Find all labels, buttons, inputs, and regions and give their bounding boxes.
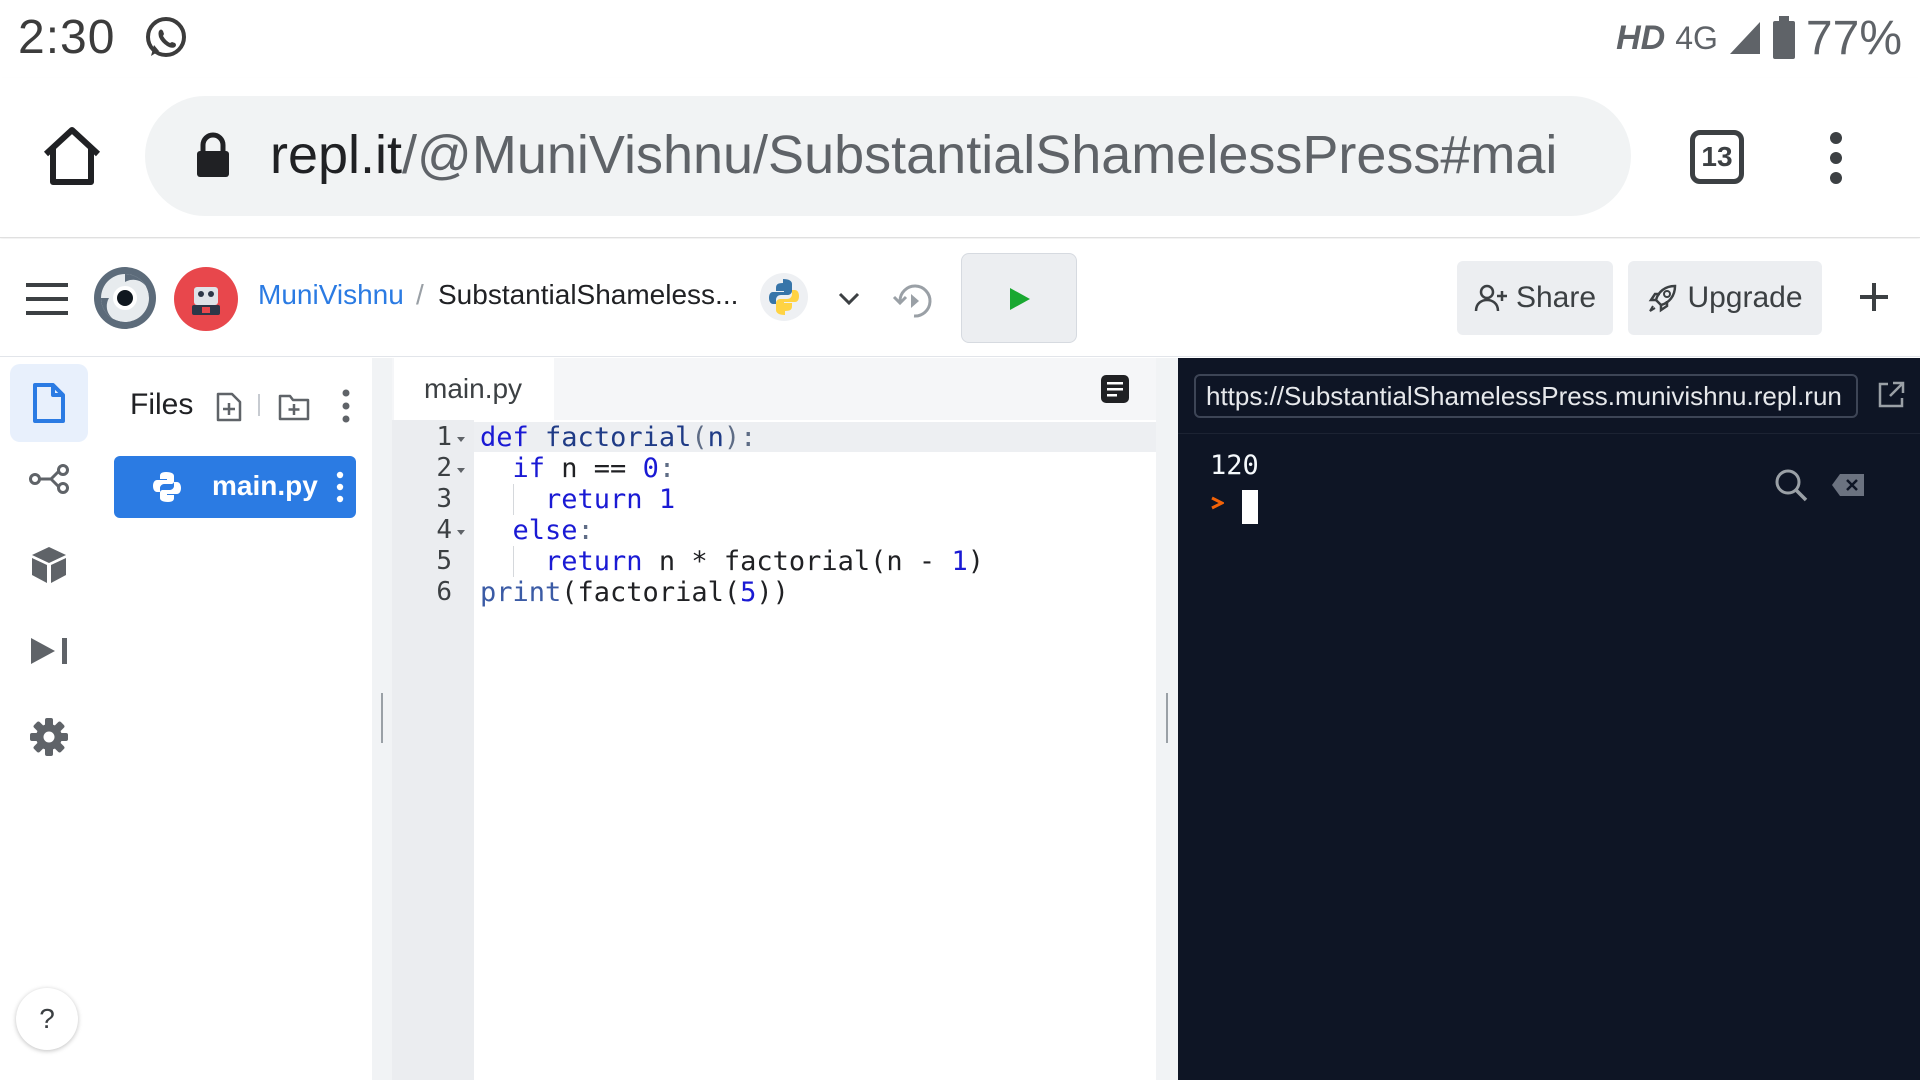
terminal-cursor[interactable] [1242,490,1258,524]
rail-version-control[interactable] [10,440,88,518]
battery-percent: 77% [1805,11,1902,65]
share-nodes-icon [29,464,69,494]
editor-tab-bar: main.py [392,358,1156,420]
rail-settings[interactable] [10,698,88,776]
help-button[interactable]: ? [16,988,78,1050]
webview-url-field[interactable]: https://SubstantialShamelessPress.munivi… [1194,374,1858,418]
battery-icon [1772,16,1795,59]
chevron-down-icon[interactable] [834,283,864,313]
files-more-icon[interactable] [340,388,352,424]
code-editor: main.py 1 2 3 4 5 6 def factorial(n): if… [392,358,1156,1080]
browser-toolbar: repl.it/@MuniVishnu/SubstantialShameless… [0,78,1920,238]
resize-grip[interactable] [1166,693,1168,743]
lock-icon [197,132,229,177]
resize-grip[interactable] [381,693,383,743]
repl-header: MuniVishnu / SubstantialShameless... Sha… [0,239,1920,357]
upgrade-label: Upgrade [1687,281,1803,314]
network-type: 4G [1675,19,1718,56]
tab-main-py[interactable]: main.py [394,358,554,420]
pane-resizer-left[interactable] [372,358,392,1080]
more-vert-icon[interactable] [1816,128,1856,188]
rail-packages[interactable] [10,526,88,604]
package-cube-icon [32,547,66,583]
tab-switcher-button[interactable]: 13 [1690,130,1744,184]
code-line: def factorial(n): [480,422,757,453]
url-path: /@MuniVishnu/SubstantialShamelessPress#m… [402,125,1558,185]
files-toolbar-divider [258,394,260,416]
prompt-icon [1211,496,1224,510]
external-link-icon[interactable] [1876,380,1906,410]
left-rail: ? [0,358,88,1080]
add-person-icon [1474,284,1507,312]
console-pane: https://SubstantialShamelessPress.munivi… [1178,358,1920,1080]
line-number: 2 [436,453,452,483]
gear-icon [30,718,68,756]
upgrade-button[interactable]: Upgrade [1628,261,1822,335]
robot-avatar-icon [192,287,220,315]
python-file-icon [153,472,181,502]
code-line: if n == 0: [512,453,676,484]
line-number: 6 [436,577,452,607]
code-line: return 1 [545,484,676,515]
rocket-icon [1649,284,1677,313]
status-time: 2:30 [18,11,116,64]
format-code-icon[interactable] [1100,374,1130,404]
hd-indicator: HD [1616,18,1666,57]
files-panel: Files main.py [88,358,372,1080]
file-name: main.py [212,470,318,501]
line-number: 5 [436,546,452,576]
webview-bar: https://SubstantialShamelessPress.munivi… [1178,358,1920,434]
run-button[interactable] [961,253,1077,343]
fold-caret-icon[interactable] [456,527,466,537]
pane-resizer-right[interactable] [1156,358,1178,1080]
file-item-main-py[interactable]: main.py [114,456,356,518]
line-number: 3 [436,484,452,514]
fold-caret-icon[interactable] [456,465,466,475]
rail-files[interactable] [10,364,88,442]
add-file-icon[interactable] [214,392,244,422]
repl-name[interactable]: SubstantialShameless... [438,279,738,311]
history-icon[interactable] [892,279,936,323]
address-bar[interactable]: repl.it/@MuniVishnu/SubstantialShameless… [145,96,1631,216]
rail-debugger[interactable] [10,612,88,690]
menu-icon[interactable] [26,283,68,315]
clear-console-icon[interactable] [1830,472,1866,498]
avatar[interactable] [174,267,238,331]
step-forward-icon [31,638,67,664]
add-folder-icon[interactable] [278,392,310,422]
search-icon[interactable] [1774,468,1808,502]
breadcrumb-separator: / [416,279,424,310]
file-icon [33,383,65,423]
signal-icon [1729,22,1760,54]
file-more-icon[interactable] [336,470,344,504]
line-number-gutter: 1 2 3 4 5 6 [392,420,474,1080]
files-title: Files [130,388,194,421]
share-button[interactable]: Share [1457,261,1613,335]
code-line: return n * factorial(n - 1) [545,546,984,577]
code-area[interactable]: def factorial(n): if n == 0: return 1 el… [474,420,1156,1080]
fold-caret-icon[interactable] [456,434,466,444]
plus-icon[interactable] [1852,275,1896,319]
python-language-icon [760,273,808,321]
code-line: print(factorial(5)) [480,577,789,608]
code-line: else: [512,515,594,546]
line-number: 4 [436,515,452,545]
console-output: 120 [1210,450,1259,481]
username-link[interactable]: MuniVishnu [258,279,404,311]
line-number: 1 [436,422,452,452]
url-domain: repl.it [270,125,403,185]
replit-logo-icon[interactable] [92,265,158,331]
status-bar: 2:30 HD 4G 77% [0,0,1920,78]
share-label: Share [1515,281,1597,314]
play-icon [1010,288,1030,310]
whatsapp-icon [146,17,186,57]
home-icon[interactable] [40,124,104,188]
url-text[interactable]: repl.it/@MuniVishnu/SubstantialShameless… [270,124,1557,186]
